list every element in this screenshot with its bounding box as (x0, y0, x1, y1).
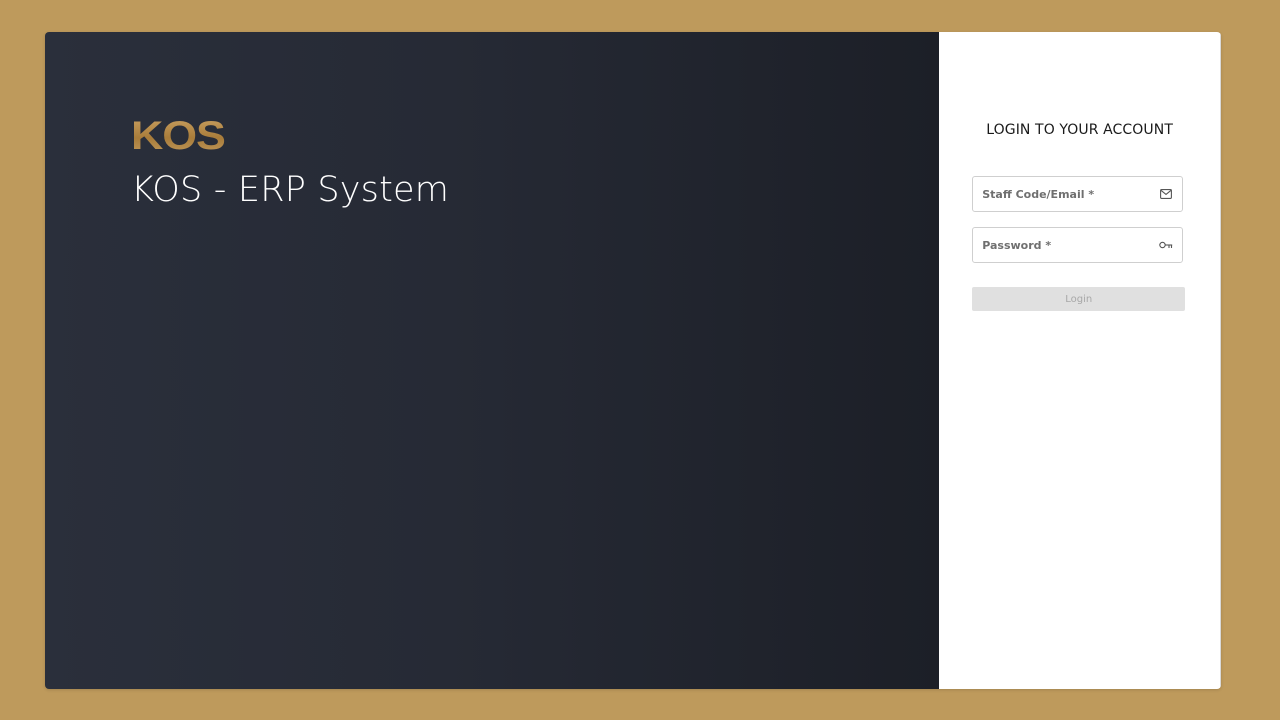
app-window: KOS KOS - ERP System LOGIN TO YOUR ACCOU… (45, 32, 1221, 689)
login-button[interactable]: Login (972, 287, 1186, 311)
system-title: KOS - ERP System (131, 170, 450, 210)
envelope-icon (1159, 187, 1173, 201)
email-field-wrapper (972, 176, 1184, 212)
login-panel: LOGIN TO YOUR ACCOUNT Login (939, 32, 1221, 689)
key-icon (1159, 238, 1173, 252)
staff-code-email-input[interactable] (973, 177, 1160, 211)
login-heading: LOGIN TO YOUR ACCOUNT (986, 122, 1173, 138)
brand-panel: KOS KOS - ERP System (45, 32, 940, 689)
password-input[interactable] (973, 228, 1160, 262)
password-field-wrapper (972, 227, 1184, 263)
kos-logo: KOS (131, 114, 226, 158)
